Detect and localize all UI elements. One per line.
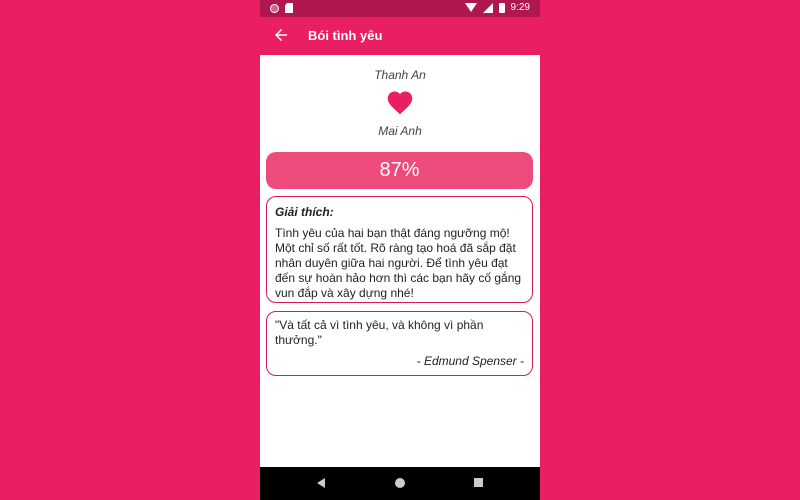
nav-home-icon[interactable] <box>395 478 405 488</box>
page-title: Bói tình yêu <box>308 28 383 43</box>
explanation-heading: Giải thích: <box>275 205 334 219</box>
system-nav-bar <box>260 467 540 500</box>
phone-screen: 9:29 Bói tình yêu Thanh An Mai Anh 87% G… <box>260 0 540 500</box>
love-percentage: 87% <box>266 152 533 189</box>
explanation-card: Giải thích: Tình yêu của hai bạn thật đá… <box>266 196 533 303</box>
sd-card-icon <box>285 3 293 13</box>
arrow-left-icon[interactable] <box>272 26 290 44</box>
quote-text: "Và tất cả vì tình yêu, và không vì phần… <box>275 318 484 347</box>
notification-icon <box>270 3 279 13</box>
wifi-icon <box>464 3 477 12</box>
quote-author: - Edmund Spenser - <box>416 354 524 368</box>
signal-icon <box>482 2 493 13</box>
status-bar: 9:29 <box>260 0 540 17</box>
nav-back-icon[interactable] <box>317 478 325 488</box>
status-time: 9:29 <box>510 2 530 13</box>
battery-icon <box>498 2 505 13</box>
app-bar: Bói tình yêu <box>260 17 540 55</box>
first-name: Thanh An <box>374 68 426 82</box>
nav-recents-icon[interactable] <box>474 478 483 487</box>
heart-icon <box>387 91 413 115</box>
second-name: Mai Anh <box>378 124 422 138</box>
explanation-text: Tình yêu của hai bạn thật đáng ngưỡng mộ… <box>275 226 522 300</box>
quote-card: "Và tất cả vì tình yêu, và không vì phần… <box>266 311 533 376</box>
